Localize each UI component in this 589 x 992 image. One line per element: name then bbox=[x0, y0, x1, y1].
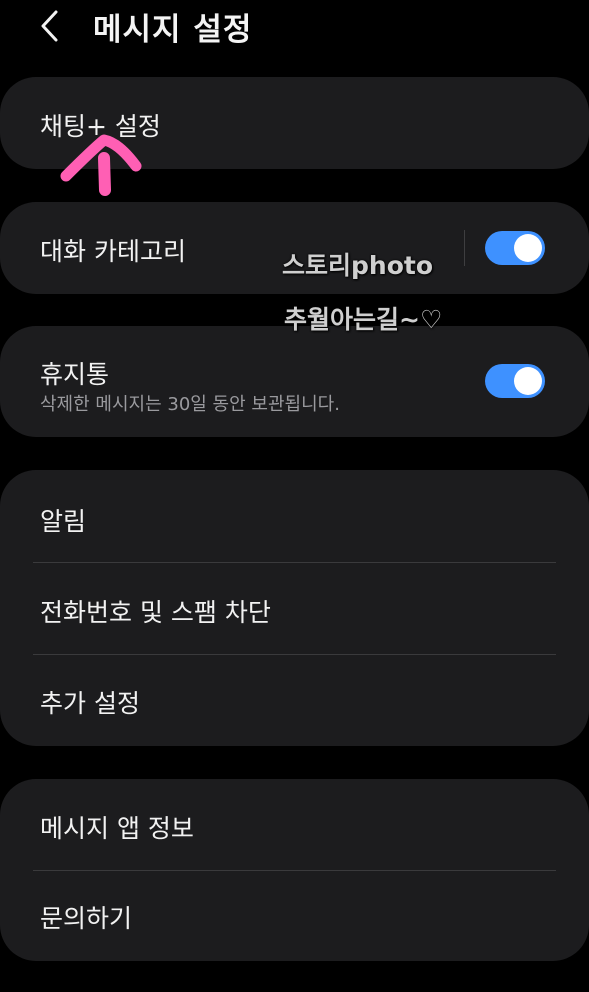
app-header: 메시지 설정 bbox=[0, 0, 589, 56]
chat-plus-settings-item[interactable]: 채팅+ 설정 bbox=[0, 77, 589, 169]
conversation-categories-toggle[interactable] bbox=[485, 231, 545, 265]
trash-card: 휴지통 삭제한 메시지는 30일 동안 보관됩니다. bbox=[0, 326, 589, 437]
chat-plus-settings-label: 채팅+ 설정 bbox=[40, 112, 161, 141]
toggle-separator bbox=[464, 230, 465, 266]
list-item-about-messages[interactable]: 메시지 앱 정보 bbox=[0, 779, 589, 870]
list-item-notifications[interactable]: 알림 bbox=[0, 470, 589, 562]
chat-plus-card: 채팅+ 설정 bbox=[0, 77, 589, 169]
toggle-knob bbox=[514, 367, 542, 395]
list-item-block-numbers-spam[interactable]: 전화번호 및 스팸 차단 bbox=[0, 563, 589, 654]
list-item-contact-us[interactable]: 문의하기 bbox=[0, 871, 589, 961]
page-title: 메시지 설정 bbox=[93, 12, 253, 48]
trash-label: 휴지통 bbox=[40, 360, 110, 389]
trash-description: 삭제한 메시지는 30일 동안 보관됩니다. bbox=[40, 394, 340, 415]
chevron-left-icon bbox=[41, 10, 58, 42]
about-messages-label: 메시지 앱 정보 bbox=[40, 814, 194, 843]
block-numbers-spam-label: 전화번호 및 스팸 차단 bbox=[40, 598, 271, 627]
list-item-more-settings[interactable]: 추가 설정 bbox=[0, 655, 589, 746]
more-settings-label: 추가 설정 bbox=[40, 689, 140, 718]
contact-us-label: 문의하기 bbox=[40, 904, 133, 933]
toggle-knob bbox=[514, 234, 542, 262]
conversation-categories-label: 대화 카테고리 bbox=[40, 237, 186, 266]
back-button[interactable] bbox=[32, 6, 72, 46]
notifications-label: 알림 bbox=[40, 507, 87, 536]
trash-toggle[interactable] bbox=[485, 364, 545, 398]
general-settings-card: 알림 전화번호 및 스팸 차단 추가 설정 bbox=[0, 470, 589, 746]
about-card: 메시지 앱 정보 문의하기 bbox=[0, 779, 589, 961]
watermark-line-2: 추월아는길~♡ bbox=[284, 305, 443, 334]
trash-item[interactable]: 휴지통 삭제한 메시지는 30일 동안 보관됩니다. bbox=[0, 326, 589, 437]
watermark-line-1: 스토리photo bbox=[282, 251, 433, 280]
